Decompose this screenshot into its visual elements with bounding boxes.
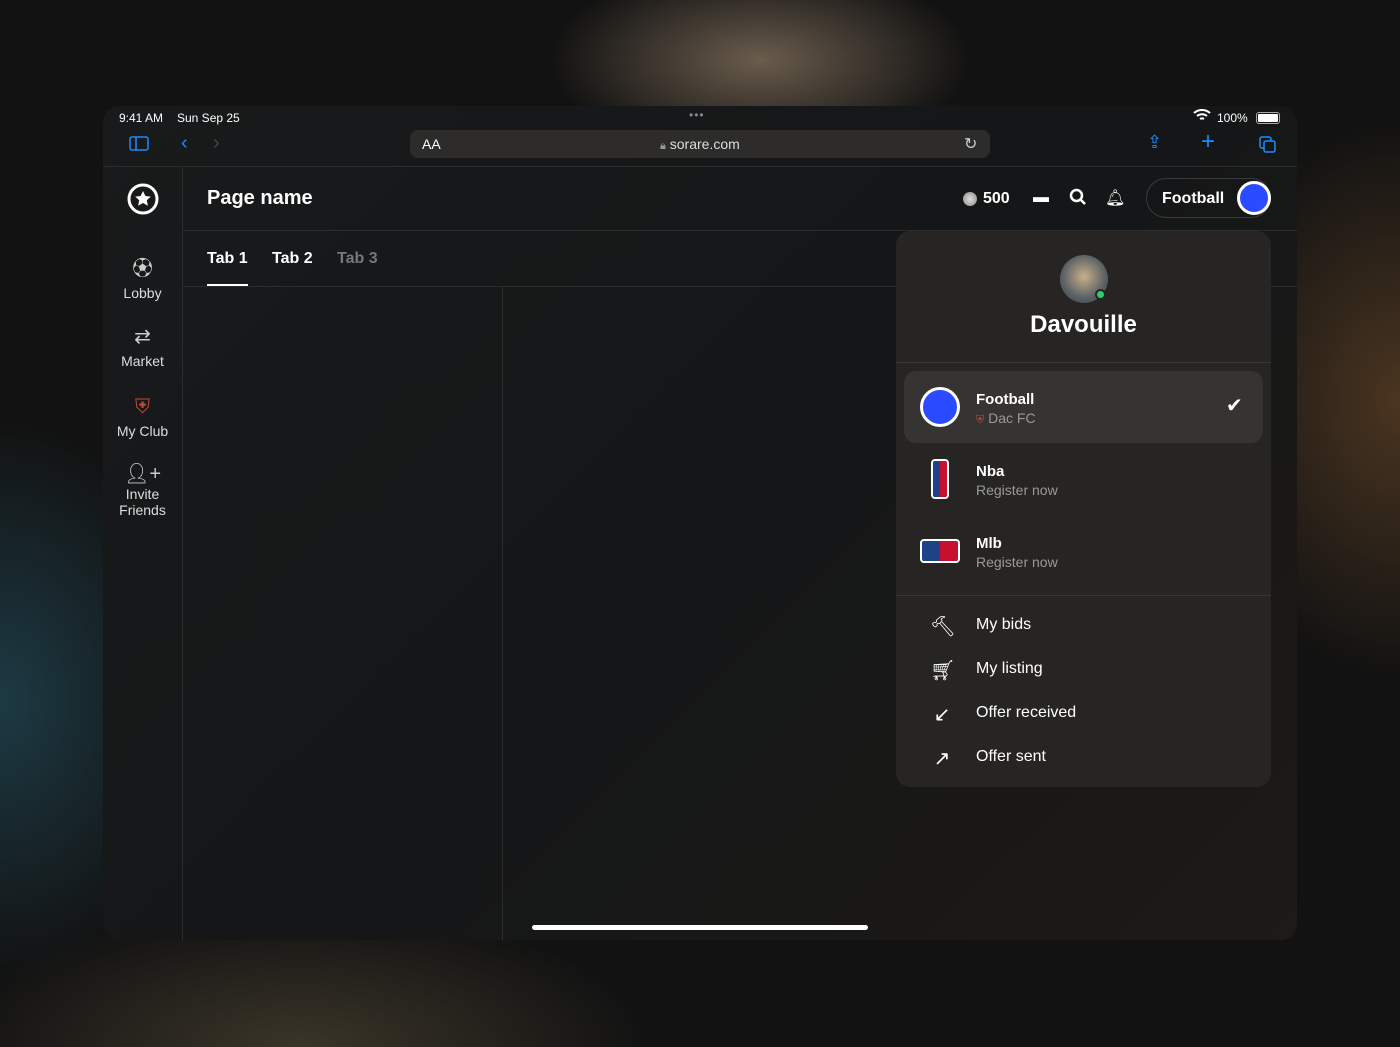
menu-label: Offer received bbox=[976, 704, 1077, 721]
sport-name: Mlb bbox=[976, 535, 1002, 552]
tab-1[interactable]: Tab 1 bbox=[207, 250, 248, 268]
tab-2[interactable]: Tab 2 bbox=[272, 250, 313, 268]
new-tab-icon[interactable]: + bbox=[1201, 128, 1215, 156]
sport-option-nba[interactable]: Nba Register now bbox=[904, 443, 1263, 515]
register-now-link[interactable]: Register now bbox=[976, 482, 1058, 498]
menu-item-my-listing[interactable]: 🛒︎ My listing bbox=[896, 648, 1271, 692]
address-bar[interactable]: AA 🔒︎ sorare.com ↻ bbox=[410, 130, 990, 158]
arrow-down-left-icon: ↙ bbox=[933, 704, 951, 726]
gavel-icon: 🔨︎ bbox=[930, 616, 956, 638]
multitask-dots-icon[interactable]: ••• bbox=[689, 108, 705, 122]
coin-balance[interactable]: 500 bbox=[983, 190, 1010, 208]
sport-option-football[interactable]: Football ⛨ Dac FC ✔ bbox=[904, 371, 1263, 443]
sport-name: Football bbox=[976, 391, 1035, 408]
tab-3[interactable]: Tab 3 bbox=[337, 250, 378, 268]
sidebar-item-lobby[interactable]: ⚽︎ Lobby bbox=[103, 252, 182, 301]
home-indicator[interactable] bbox=[532, 925, 868, 930]
sidebar-label: My Club bbox=[116, 423, 169, 439]
swap-icon: ⇄ bbox=[134, 326, 151, 348]
online-status-icon bbox=[1095, 289, 1106, 300]
menu-label: My bids bbox=[976, 616, 1032, 633]
sidebar-label: Invite Friends bbox=[119, 486, 166, 518]
status-date: Sun Sep 25 bbox=[177, 111, 240, 125]
club-crest-icon: ⛨ bbox=[135, 396, 150, 418]
back-icon[interactable]: ‹ bbox=[181, 132, 188, 155]
cart-icon: 🛒︎ bbox=[930, 660, 956, 682]
page-title: Page name bbox=[207, 187, 313, 209]
football-logo-icon bbox=[920, 387, 960, 427]
active-tab-indicator bbox=[207, 284, 248, 286]
text-size-button[interactable]: AA bbox=[422, 136, 441, 152]
menu-item-offer-sent[interactable]: ↗ Offer sent bbox=[896, 736, 1271, 780]
account-dropdown: Davouille Football ⛨ Dac FC ✔ Nba Regist… bbox=[896, 231, 1271, 787]
sidebar-item-my-club[interactable]: ⛨ My Club bbox=[103, 396, 182, 439]
sport-name: Nba bbox=[976, 463, 1005, 480]
search-icon[interactable] bbox=[1069, 188, 1087, 211]
club-name: Dac FC bbox=[988, 410, 1036, 426]
register-now-link[interactable]: Register now bbox=[976, 554, 1058, 570]
menu-item-offer-received[interactable]: ↙ Offer received bbox=[896, 692, 1271, 736]
wifi-icon bbox=[1193, 109, 1211, 125]
club-crest-icon: ⛨ bbox=[976, 414, 985, 426]
menu-label: Offer sent bbox=[976, 748, 1046, 765]
forward-icon[interactable]: › bbox=[213, 132, 220, 155]
sidebar-label: Lobby bbox=[123, 285, 162, 301]
tabs-overview-icon[interactable] bbox=[1259, 136, 1276, 158]
coin-icon bbox=[963, 192, 977, 206]
lock-icon: 🔒︎ bbox=[660, 140, 666, 152]
add-user-icon: 👤︎+ bbox=[123, 463, 162, 485]
sport-switcher-button[interactable]: Football bbox=[1146, 178, 1271, 218]
username: Davouille bbox=[1030, 311, 1137, 338]
ipad-screen: 9:41 AM Sun Sep 25 ••• 100% ‹ › AA 🔒︎ so… bbox=[103, 106, 1297, 940]
sidebar-label: Market bbox=[121, 353, 164, 369]
status-time: 9:41 AM bbox=[119, 111, 164, 125]
battery-percent: 100% bbox=[1217, 111, 1248, 125]
checkmark-icon: ✔ bbox=[1226, 395, 1243, 417]
sidebar-toggle-icon[interactable] bbox=[129, 136, 149, 156]
share-icon[interactable]: ⇪ bbox=[1147, 132, 1162, 153]
url-value: sorare.com bbox=[669, 136, 740, 152]
football-avatar-icon bbox=[1237, 181, 1271, 215]
menu-item-my-bids[interactable]: 🔨︎ My bids bbox=[896, 604, 1271, 648]
sorare-logo-icon[interactable] bbox=[126, 182, 160, 221]
menu-label: My listing bbox=[976, 660, 1043, 677]
sidebar-item-market[interactable]: ⇄ Market bbox=[103, 324, 182, 369]
arrow-up-right-icon: ↗ bbox=[933, 748, 951, 770]
mlb-logo-icon bbox=[920, 539, 960, 563]
stadium-icon: ⚽︎ bbox=[132, 258, 153, 280]
sidebar-item-invite-friends[interactable]: 👤︎+ Invite Friends bbox=[103, 463, 182, 518]
nba-logo-icon bbox=[931, 459, 949, 499]
url-text: 🔒︎ sorare.com bbox=[660, 136, 740, 153]
wallet-icon[interactable]: ▬ bbox=[1033, 189, 1049, 207]
sport-switcher-label: Football bbox=[1162, 190, 1225, 207]
sport-option-mlb[interactable]: Mlb Register now bbox=[904, 515, 1263, 587]
sport-sub: ⛨ Dac FC bbox=[976, 410, 1036, 427]
notification-bell-icon[interactable]: 🔔︎ bbox=[1105, 188, 1125, 208]
battery-icon bbox=[1256, 112, 1280, 124]
reload-icon[interactable]: ↻ bbox=[964, 134, 977, 154]
